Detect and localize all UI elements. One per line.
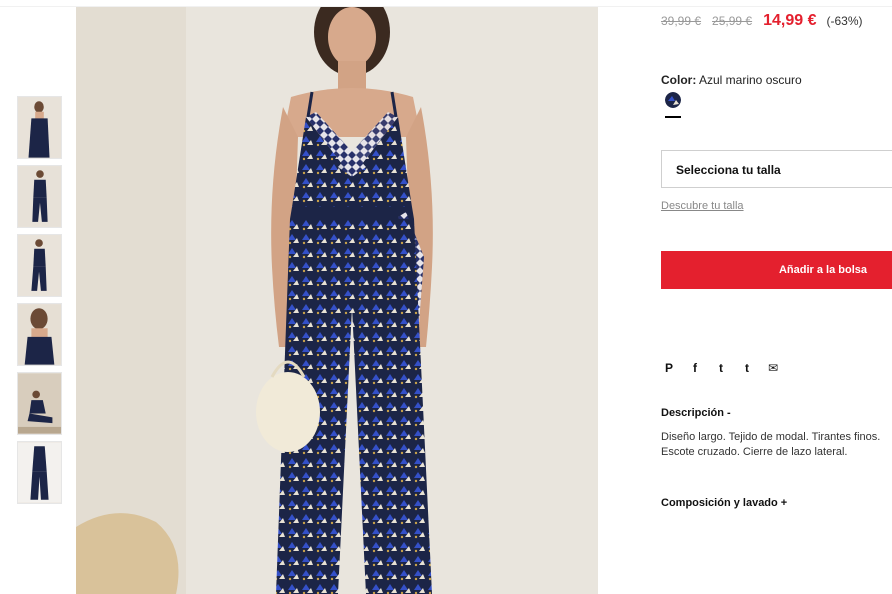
size-guide-link[interactable]: Descubre tu talla	[661, 200, 744, 212]
add-to-bag-button[interactable]: Añadir a la bolsa	[661, 251, 892, 289]
thumbnail-3-image	[18, 235, 61, 296]
twitter-icon[interactable]: t	[714, 361, 728, 375]
model-photo	[76, 7, 598, 594]
thumbnail-1[interactable]	[17, 96, 62, 159]
original-price: 39,99 €	[661, 14, 702, 28]
thumbnail-6-image	[18, 442, 61, 503]
thumbnail-6[interactable]	[17, 441, 62, 504]
composition-title[interactable]: Composición y lavado +	[661, 497, 787, 509]
product-main-image[interactable]	[76, 7, 598, 594]
thumbnail-4-image	[18, 304, 61, 365]
description-text: Diseño largo. Tejido de modal. Tirantes …	[661, 431, 881, 458]
thumbnail-2-image	[18, 166, 61, 227]
selected-swatch-indicator	[665, 116, 681, 118]
color-label-row: Color: Azul marino oscuro	[661, 73, 802, 87]
color-swatch-navy[interactable]	[665, 92, 681, 108]
thumbnail-3[interactable]	[17, 234, 62, 297]
color-value: Azul marino oscuro	[699, 73, 802, 87]
sale-price: 14,99 €	[763, 12, 817, 29]
add-to-bag-label: Añadir a la bolsa	[778, 264, 868, 276]
color-swatch-image	[665, 92, 681, 108]
description-title[interactable]: Descripción -	[661, 407, 731, 419]
tumblr-icon[interactable]: t	[740, 361, 754, 375]
thumbnail-5[interactable]	[17, 372, 62, 435]
discount-badge: (-63%)	[826, 14, 863, 28]
product-info-panel: 39,99 € 25,99 € 14,99 € (-63%) Color: Az…	[661, 0, 892, 594]
color-label: Color:	[661, 73, 697, 87]
facebook-icon[interactable]: f	[688, 361, 702, 375]
thumbnail-4[interactable]	[17, 303, 62, 366]
thumbnail-2[interactable]	[17, 165, 62, 228]
price-row: 39,99 € 25,99 € 14,99 € (-63%)	[661, 12, 863, 30]
share-icons: P f t t ✉	[662, 361, 792, 375]
size-select[interactable]: Selecciona tu talla	[661, 150, 892, 188]
thumbnail-gallery	[17, 96, 62, 510]
pinterest-icon[interactable]: P	[662, 361, 676, 375]
thumbnail-5-image	[18, 373, 61, 434]
previous-price: 25,99 €	[712, 14, 753, 28]
thumbnail-1-image	[18, 97, 61, 158]
email-icon[interactable]: ✉	[766, 361, 780, 375]
